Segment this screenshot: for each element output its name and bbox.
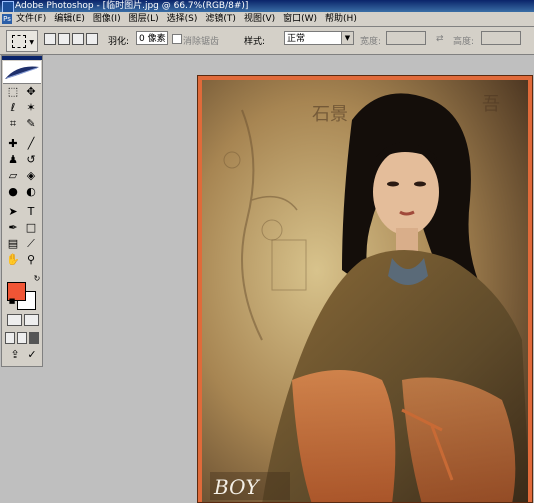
- menu-file[interactable]: 文件(F): [16, 12, 46, 26]
- blur-tool-icon[interactable]: ●: [5, 185, 21, 199]
- svg-text:石景: 石景: [312, 104, 348, 125]
- quick-mask-icon[interactable]: [24, 314, 39, 326]
- menu-help[interactable]: 帮助(H): [325, 12, 357, 26]
- menu-window[interactable]: 窗口(W): [283, 12, 317, 26]
- subtract-selection-icon[interactable]: [72, 33, 84, 45]
- photoshop-menu-icon[interactable]: Ps: [2, 14, 12, 24]
- healing-brush-icon[interactable]: ✚: [5, 137, 21, 151]
- screen-mode-menubar-icon[interactable]: [17, 332, 27, 344]
- width-label: 宽度:: [360, 37, 382, 47]
- screen-mode-standard-icon[interactable]: [5, 332, 15, 344]
- width-input[interactable]: [386, 31, 426, 45]
- path-selection-icon[interactable]: ➤: [5, 205, 21, 219]
- antialias-checkbox[interactable]: [172, 34, 182, 44]
- clone-stamp-icon[interactable]: ♟: [5, 153, 21, 167]
- type-tool-icon[interactable]: T: [23, 205, 39, 219]
- height-input[interactable]: [481, 31, 521, 45]
- magic-wand-icon[interactable]: ✶: [23, 101, 39, 115]
- menu-layer[interactable]: 图层(L): [129, 12, 159, 26]
- eraser-tool-icon[interactable]: ▱: [5, 169, 21, 183]
- menu-edit[interactable]: 编辑(E): [54, 12, 85, 26]
- notes-tool-icon[interactable]: ▤: [5, 237, 21, 251]
- menu-select[interactable]: 选择(S): [167, 12, 198, 26]
- lasso-tool-icon[interactable]: ℓ: [5, 101, 21, 115]
- history-brush-icon[interactable]: ↺: [23, 153, 39, 167]
- feather-input[interactable]: 0 像素: [136, 31, 168, 45]
- crop-tool-icon[interactable]: ⌗: [5, 117, 21, 131]
- paint-bucket-icon[interactable]: ◈: [23, 169, 39, 183]
- swap-colors-icon[interactable]: ↻: [29, 272, 45, 286]
- feather-logo[interactable]: [3, 61, 41, 84]
- move-tool-icon[interactable]: ✥: [23, 85, 39, 99]
- window-title: Adobe Photoshop - [临时图片.jpg @ 66.7%(RGB/…: [15, 1, 249, 11]
- style-label: 样式:: [244, 37, 266, 47]
- pen-tool-icon[interactable]: ✒: [5, 221, 21, 235]
- menu-filter[interactable]: 滤镜(T): [205, 12, 236, 26]
- new-selection-icon[interactable]: [44, 33, 56, 45]
- marquee-tool-icon[interactable]: ⬚: [5, 85, 21, 99]
- chevron-down-icon: ▼: [29, 39, 34, 46]
- default-colors-icon[interactable]: ■: [4, 294, 20, 308]
- screen-mode-full-icon[interactable]: [29, 332, 39, 344]
- brush-tool-icon[interactable]: ╱: [23, 137, 39, 151]
- intersect-selection-icon[interactable]: [86, 33, 98, 45]
- title-bar: Adobe Photoshop - [临时图片.jpg @ 66.7%(RGB/…: [0, 0, 534, 13]
- style-select-value: 正常: [287, 34, 306, 44]
- chevron-down-icon: ▼: [341, 32, 353, 44]
- menu-image[interactable]: 图像(I): [93, 12, 121, 26]
- swap-dimensions-icon[interactable]: ⇄: [436, 34, 444, 44]
- style-select[interactable]: 正常 ▼: [284, 31, 354, 45]
- antialias-label: 消除锯齿: [183, 37, 220, 47]
- menu-bar: Ps 文件(F) 编辑(E) 图像(I) 图层(L) 选择(S) 滤镜(T) 视…: [0, 12, 534, 27]
- document-canvas[interactable]: 石景 吾 名 BOY: [197, 75, 533, 503]
- toolbox-titlebar[interactable]: [2, 56, 42, 60]
- shape-tool-icon[interactable]: □: [23, 221, 39, 235]
- jump-to-imageready-icon[interactable]: ⇪: [7, 348, 23, 362]
- standard-mode-icon[interactable]: [7, 314, 22, 326]
- menu-view[interactable]: 视图(V): [244, 12, 275, 26]
- options-bar: ▼ 羽化: 0 像素 消除锯齿 样式: 正常 ▼ 宽度: ⇄ 高度:: [0, 27, 534, 55]
- svg-text:吾: 吾: [482, 94, 500, 115]
- portrait-photo: 石景 吾 名 BOY: [202, 80, 528, 502]
- selection-modes: [44, 33, 98, 45]
- tool-preset-picker[interactable]: ▼: [6, 30, 38, 52]
- eyedropper-icon[interactable]: ⟋: [23, 237, 39, 251]
- feather-label: 羽化:: [108, 37, 130, 47]
- rect-marquee-icon: [12, 35, 26, 48]
- hand-tool-icon[interactable]: ✋: [5, 253, 21, 267]
- feather-icon: [5, 66, 39, 79]
- dodge-tool-icon[interactable]: ◐: [23, 185, 39, 199]
- zoom-tool-icon[interactable]: ⚲: [23, 253, 39, 267]
- height-label: 高度:: [453, 37, 475, 47]
- add-selection-icon[interactable]: [58, 33, 70, 45]
- portrait-image: 石景 吾 名 BOY: [202, 80, 528, 502]
- toolbox: ⬚ ✥ ℓ ✶ ⌗ ✎ ✚ ╱ ♟ ↺ ▱ ◈ ● ◐ ➤ T ✒ □ ▤ ⟋ …: [1, 55, 43, 367]
- slice-tool-icon[interactable]: ✎: [23, 117, 39, 131]
- imageready-icon[interactable]: ✓: [24, 348, 40, 362]
- signature-text: BOY: [213, 475, 260, 499]
